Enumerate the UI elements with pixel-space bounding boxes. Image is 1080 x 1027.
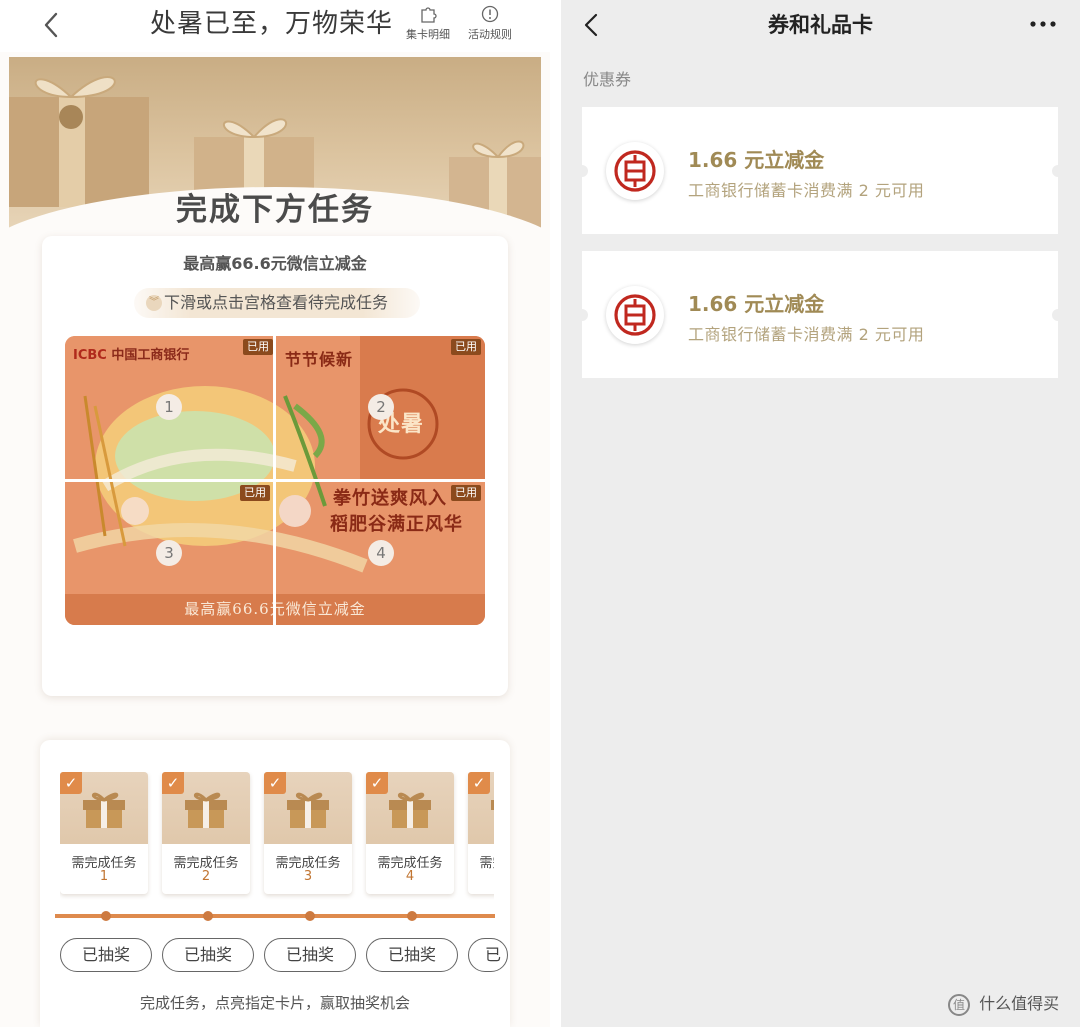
activity-header: 处暑已至，万物荣华 集卡明细 活动规则	[0, 0, 550, 52]
progress-dot	[203, 911, 213, 921]
task-card-5[interactable]: ✓ 需完成任务 5	[468, 772, 494, 894]
collect-card-panel: 最高赢66.6元微信立减金 ︾ 下滑或点击宫格查看待完成任务 ICBC 中国工商…	[42, 236, 508, 696]
used-badge: 已用	[240, 485, 270, 501]
coupon-item[interactable]: 1.66 元立减金 工商银行储蓄卡消费满 2 元可用	[576, 107, 1064, 234]
gift-icon	[83, 792, 125, 828]
drawn-button-1[interactable]: 已抽奖	[60, 938, 152, 972]
double-chevron-down-icon: ︾	[146, 295, 162, 311]
chevron-left-icon	[44, 12, 58, 38]
task-number: 1	[99, 869, 109, 884]
coupon-notch	[1052, 309, 1064, 321]
coupon-amount: 1.66 元立减金	[688, 148, 825, 172]
coupon-condition: 工商银行储蓄卡消费满 2 元可用	[688, 181, 925, 200]
task-progress-line	[55, 911, 495, 921]
back-button[interactable]	[40, 8, 62, 42]
cell-number: 3	[156, 540, 182, 566]
activity-panel: 处暑已至，万物荣华 集卡明细 活动规则 完成下方任务 最高赢66.6元微信立减金…	[0, 0, 550, 1027]
coupon-condition: 工商银行储蓄卡消费满 2 元可用	[688, 325, 925, 344]
icbc-logo-icon	[606, 142, 664, 200]
reward-title: 最高赢66.6元微信立减金	[183, 254, 367, 273]
task-number: 5	[468, 869, 494, 884]
progress-dot	[407, 911, 417, 921]
banner-title: 完成下方任务	[176, 192, 374, 228]
gift-icon	[389, 792, 431, 828]
page-title: 处暑已至，万物荣华	[150, 9, 394, 39]
task-card-4[interactable]: ✓ 需完成任务 4	[366, 772, 454, 894]
coupon-amount: 1.66 元立减金	[688, 292, 825, 316]
cell-number: 1	[156, 394, 182, 420]
icbc-logo-icon	[606, 286, 664, 344]
coupon-notch	[576, 309, 588, 321]
more-button[interactable]	[1028, 12, 1058, 36]
scroll-hint[interactable]: ︾ 下滑或点击宫格查看待完成任务	[134, 288, 420, 318]
page-title: 券和礼品卡	[768, 13, 873, 37]
card-detail-button[interactable]: 集卡明细	[406, 4, 450, 42]
activity-rules-label: 活动规则	[468, 28, 512, 41]
puzzle-icon	[421, 7, 437, 23]
task-number: 2	[201, 869, 211, 884]
gift-icon	[185, 792, 227, 828]
coupon-notch	[576, 165, 588, 177]
puzzle-cell-1[interactable]: 已用 1	[65, 336, 273, 478]
more-dots-icon	[1030, 21, 1056, 27]
watermark-label: 什么值得买	[979, 994, 1060, 1013]
info-icon	[481, 5, 499, 23]
coupon-notch	[1052, 165, 1064, 177]
card-detail-label: 集卡明细	[406, 28, 450, 41]
used-badge: 已用	[451, 485, 481, 501]
activity-rules-button[interactable]: 活动规则	[468, 4, 512, 42]
task-card-1[interactable]: ✓ 需完成任务 1	[60, 772, 148, 894]
drawn-button-3[interactable]: 已抽奖	[264, 938, 356, 972]
task-footer-note: 完成任务，点亮指定卡片，赢取抽奖机会	[139, 994, 410, 1012]
gift-icon	[491, 800, 494, 810]
drawn-button-2[interactable]: 已抽奖	[162, 938, 254, 972]
task-card-2[interactable]: ✓ 需完成任务 2	[162, 772, 250, 894]
coupon-item[interactable]: 1.66 元立减金 工商银行储蓄卡消费满 2 元可用	[576, 251, 1064, 378]
cell-number: 2	[368, 394, 394, 420]
task-card-3[interactable]: ✓ 需完成任务 3	[264, 772, 352, 894]
site-watermark: 值 什么值得买	[948, 990, 1059, 1016]
section-label: 优惠券	[583, 70, 632, 89]
progress-dot	[305, 911, 315, 921]
task-number: 4	[405, 869, 415, 884]
coupon-wallet-panel: 券和礼品卡 优惠券 1.66 元立减金 工商银行储蓄卡消费满 2 元可用 1.6…	[561, 0, 1080, 1027]
task-number: 3	[303, 869, 313, 884]
progress-dot	[101, 911, 111, 921]
used-badge: 已用	[243, 339, 273, 355]
smzdm-logo-icon: 值	[948, 993, 970, 1016]
task-panel: ✓ 需完成任务 1 ✓ 需完成任务 2 ✓ 需完成任务 3 ✓ 需完成任务 4 …	[40, 740, 510, 1027]
scroll-hint-label: 下滑或点击宫格查看待完成任务	[164, 293, 389, 312]
used-badge: 已用	[451, 339, 481, 355]
drawn-button-4[interactable]: 已抽奖	[366, 938, 458, 972]
grid-divider-horizontal	[65, 479, 485, 482]
drawn-button-5[interactable]: 已抽奖	[468, 938, 508, 972]
puzzle-grid: ICBC 中国工商银行 节节候新 处暑 拳竹送爽风入 稻肥谷满正风华 已用 1 …	[65, 336, 485, 625]
gift-icon	[287, 792, 329, 828]
cell-number: 4	[368, 540, 394, 566]
puzzle-cell-2[interactable]: 已用 2	[276, 336, 484, 478]
